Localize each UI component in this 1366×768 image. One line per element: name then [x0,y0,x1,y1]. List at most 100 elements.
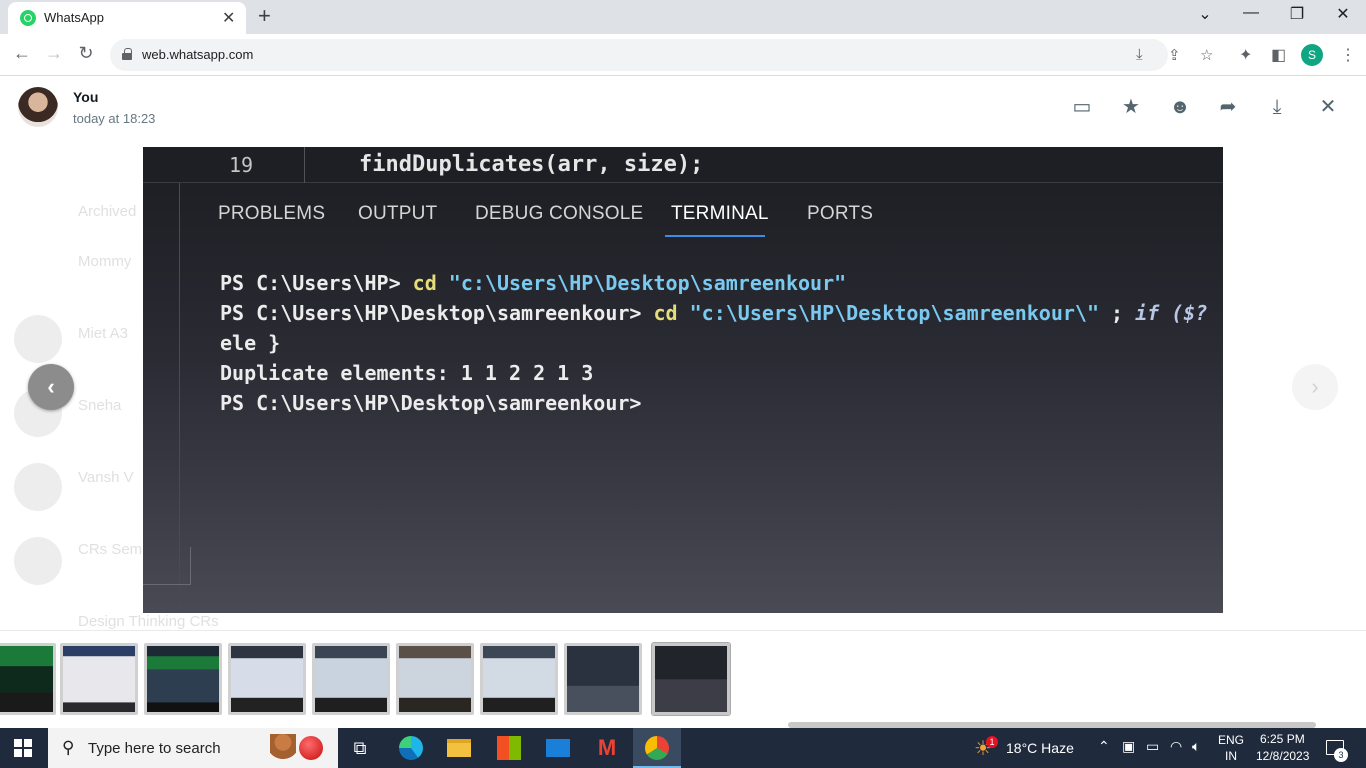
chrome-icon [645,736,669,760]
media-thumbnail[interactable] [228,643,306,715]
media-viewer-header: You today at 18:23 ▭ ★ ☻ ➦ ⤓ ✕ [0,77,1366,139]
microsoft-store-icon[interactable] [497,736,521,760]
chat-list-item: CRs Sem [78,541,143,558]
show-hidden-icons-icon[interactable]: ⌃ [1098,738,1110,755]
chevron-left-icon: ‹ [47,374,55,399]
media-thumbnail[interactable] [564,643,642,715]
reload-icon[interactable]: ↻ [74,43,98,64]
taskbar-search-box[interactable]: ⚲ Type here to search [48,728,338,768]
lock-icon[interactable] [122,48,132,60]
terminal-line-4: Duplicate elements: 1 1 2 2 1 3 [220,361,594,385]
wifi-icon[interactable]: ◠ [1170,738,1182,755]
file-explorer-icon[interactable] [447,739,471,757]
browser-toolbar: ← → ↻ web.whatsapp.com ⤓ ⇪ ☆ ✦ ◧ S ⋮ [0,34,1366,76]
chat-list-item: Design Thinking CRs [78,613,219,630]
tab-search-chevron-icon[interactable]: ⌄ [1182,4,1228,24]
browser-menu-icon[interactable]: ⋮ [1340,45,1356,65]
url-text: web.whatsapp.com [142,47,254,62]
panel-tab-terminal: TERMINAL [671,203,769,224]
code-text: findDuplicates(arr, size); [359,152,704,177]
sender-name: You [73,89,99,105]
previous-media-button[interactable]: ‹ [28,364,74,410]
media-thumbnail-selected[interactable] [652,643,730,715]
panel-tab-problems: PROBLEMS [218,203,326,224]
line-number: 19 [229,153,254,177]
forward-icon[interactable]: → [42,43,66,64]
media-thumbnail[interactable] [0,643,56,715]
chat-list-item: Sneha [78,397,122,414]
weather-badge: 1 [986,736,998,748]
edge-browser-icon[interactable] [399,736,423,760]
battery-icon[interactable]: ▭ [1146,738,1159,755]
gmail-icon[interactable]: M [595,736,619,760]
terminal-line-3: ele } [220,331,281,355]
star-icon[interactable]: ★ [1119,95,1143,119]
taskbar-chrome-active[interactable] [633,728,681,768]
terminal-line-5: PS C:\Users\HP\Desktop\samreenkour> [220,391,642,415]
browser-tab-whatsapp[interactable]: WhatsApp ✕ [8,2,246,34]
chat-avatar [14,463,62,511]
gingerbread-icon[interactable] [270,734,296,762]
media-thumbnail[interactable] [480,643,558,715]
minimize-icon[interactable]: — [1228,4,1274,22]
media-thumbnail[interactable] [144,643,222,715]
thumbnail-strip [0,630,1366,728]
chat-avatar [14,537,62,585]
message-timestamp: today at 18:23 [73,111,156,126]
restore-icon[interactable]: ❐ [1274,4,1320,24]
search-icon: ⚲ [62,738,75,757]
next-media-button[interactable]: › [1292,364,1338,410]
chevron-right-icon: › [1311,374,1319,399]
meet-now-icon[interactable]: ▣ [1122,738,1135,755]
language-bottom[interactable]: IN [1225,749,1237,763]
clock-date[interactable]: 12/8/2023 [1256,749,1309,763]
side-panel-icon[interactable]: ◧ [1271,45,1286,65]
chat-avatar [14,315,62,363]
react-emoji-icon[interactable]: ☻ [1168,95,1192,119]
language-top[interactable]: ENG [1218,733,1244,747]
extensions-puzzle-icon[interactable]: ✦ [1239,45,1252,65]
share-icon[interactable]: ⇪ [1168,46,1181,64]
address-bar[interactable]: web.whatsapp.com ⤓ ⇪ ☆ [110,39,1213,71]
chat-list-item: Miet A3 [78,325,129,342]
task-view-icon[interactable]: ⧉ [348,736,372,760]
photo-corner-line [143,547,191,585]
panel-tab-output: OUTPUT [358,203,438,224]
go-to-message-icon[interactable]: ▭ [1070,95,1094,119]
weather-text[interactable]: 18°C Haze [1006,740,1074,756]
profile-avatar[interactable]: S [1301,44,1323,66]
tab-title: WhatsApp [44,10,104,25]
active-tab-underline [665,235,765,237]
chat-list-item: Vansh V [78,469,134,486]
ornament-icon[interactable] [299,736,323,760]
close-tab-icon[interactable]: ✕ [222,8,235,28]
media-thumbnail[interactable] [60,643,138,715]
terminal-line-1: PS C:\Users\HP> cd "c:\Users\HP\Desktop\… [220,271,847,295]
mail-icon[interactable] [546,739,570,757]
editor-code-line: 19 findDuplicates(arr, size); [143,147,1223,183]
media-photo: 19 findDuplicates(arr, size); PROBLEMS O… [143,147,1223,613]
new-tab-icon[interactable]: + [258,3,271,29]
browser-tab-strip: WhatsApp ✕ + ⌄ — ❐ ✕ [0,0,1366,34]
whatsapp-favicon-icon [20,10,36,26]
close-viewer-icon[interactable]: ✕ [1316,95,1340,119]
notification-count: 3 [1334,748,1348,762]
chat-list-item: Mommy [78,253,132,270]
bookmark-star-icon[interactable]: ☆ [1200,46,1213,64]
search-placeholder: Type here to search [88,740,221,757]
media-thumbnail[interactable] [396,643,474,715]
clock-time[interactable]: 6:25 PM [1260,732,1305,746]
back-icon[interactable]: ← [10,43,34,64]
download-icon[interactable]: ⤓ [1265,95,1289,119]
panel-tab-debug-console: DEBUG CONSOLE [475,203,644,224]
windows-start-icon[interactable] [14,739,32,757]
terminal-line-2: PS C:\Users\HP\Desktop\samreenkour> cd "… [220,301,1208,325]
volume-icon[interactable]: 🔈︎ [1192,738,1200,755]
install-app-icon[interactable]: ⤓ [1136,46,1143,63]
sender-avatar[interactable] [18,87,58,127]
forward-icon[interactable]: ➦ [1216,95,1240,119]
window-close-icon[interactable]: ✕ [1320,4,1366,24]
chat-list-item: Archived [78,203,137,220]
windows-taskbar: ⚲ Type here to search ⧉ M ☀ 1 18°C Haze … [0,728,1366,768]
media-thumbnail[interactable] [312,643,390,715]
